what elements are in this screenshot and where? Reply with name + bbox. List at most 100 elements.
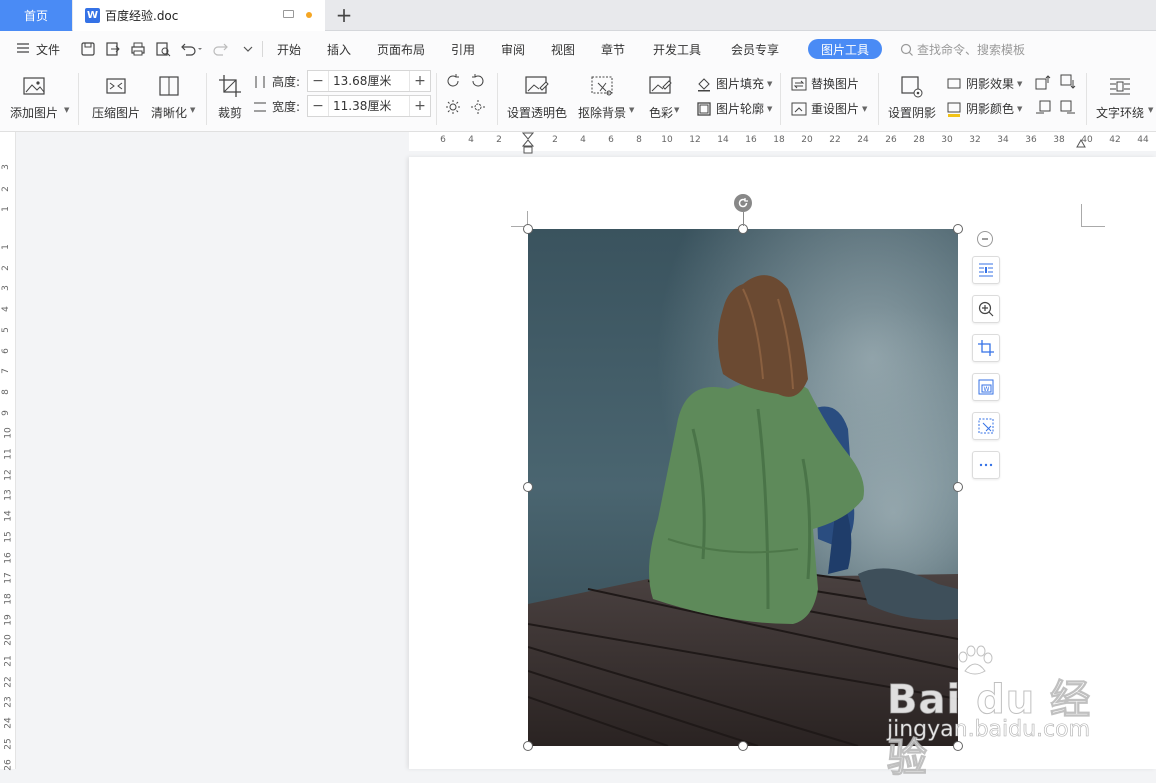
menu-bar: 文件 开始 插入 页面布局 引用 审阅 视图 章节 开发工具 会员专享 图片工具… — [0, 31, 1156, 67]
export-pdf-icon[interactable] — [105, 41, 121, 57]
height-increase-button[interactable]: + — [410, 71, 430, 91]
undo-icon[interactable] — [180, 41, 202, 57]
ruler-tick-label: 6 — [608, 135, 614, 145]
tab-references[interactable]: 引用 — [451, 41, 475, 58]
ruler-tick-label: 17 — [3, 572, 14, 584]
crop-picture-button[interactable] — [972, 334, 1000, 362]
ruler-tick-label: 42 — [1109, 135, 1121, 145]
dropdown-arrow-icon[interactable]: ▼ — [190, 106, 195, 114]
add-picture-button[interactable]: 添加图片 — [10, 67, 58, 121]
ruler-tick-label: 2 — [0, 264, 11, 271]
compress-picture-button[interactable]: 压缩图片 — [92, 67, 140, 121]
ribbon-divider — [1086, 73, 1087, 125]
resize-handle-bottom[interactable] — [738, 741, 748, 751]
ruler-tick-label: 14 — [3, 510, 14, 522]
dropdown-arrow-icon[interactable]: ▼ — [674, 106, 679, 114]
hamburger-menu-icon[interactable] — [16, 41, 32, 57]
reset-picture-icon — [791, 101, 807, 117]
print-icon[interactable] — [130, 41, 146, 57]
color-button[interactable]: 色彩 — [647, 67, 675, 121]
resize-handle-top-left[interactable] — [523, 224, 533, 234]
indent-marker-icon[interactable] — [521, 132, 535, 154]
tab-page-layout[interactable]: 页面布局 — [377, 41, 425, 58]
right-indent-marker-icon[interactable] — [1076, 137, 1086, 148]
dropdown-arrow-icon[interactable]: ▼ — [64, 106, 69, 114]
ruler-tick-label: 22 — [829, 135, 841, 145]
more-options-button[interactable] — [972, 451, 1000, 479]
set-transparent-color-button[interactable]: 设置透明色 — [507, 67, 567, 121]
picture-to-text-button[interactable]: W — [972, 373, 1000, 401]
more-icon — [979, 463, 993, 467]
shadow-nudge-up-button[interactable] — [1035, 74, 1051, 90]
layout-options-icon — [979, 263, 993, 277]
tab-picture-tools[interactable]: 图片工具 — [808, 39, 882, 59]
text-wrap-button[interactable]: 文字环绕 — [1096, 67, 1144, 121]
save-icon[interactable] — [80, 41, 96, 57]
crop-button[interactable]: 裁剪 — [216, 67, 244, 121]
tab-section[interactable]: 章节 — [601, 41, 625, 58]
vertical-ruler[interactable]: 3 2 1 1 2 3 4 5 6 7 8 9 10 11 12 13 14 15 16 17 18 19 20 21 22 23… — [0, 132, 16, 770]
height-decrease-button[interactable]: − — [308, 71, 328, 91]
dropdown-arrow-icon[interactable]: ▼ — [629, 106, 634, 114]
tab-document[interactable]: W 百度经验.doc — [73, 0, 325, 31]
width-value[interactable]: 11.38厘米 — [328, 96, 410, 116]
text-wrap-icon — [1106, 72, 1134, 100]
nudge-left-icon — [1036, 100, 1051, 114]
customize-toolbar-icon[interactable] — [242, 41, 258, 57]
width-decrease-button[interactable]: − — [308, 96, 328, 116]
resize-handle-left[interactable] — [523, 482, 533, 492]
rotate-right-button[interactable] — [470, 73, 486, 89]
ruler-tick-label: 24 — [857, 135, 869, 145]
file-menu[interactable]: 文件 — [36, 41, 60, 58]
resize-handle-right[interactable] — [953, 482, 963, 492]
menu-divider — [262, 41, 263, 57]
brightness-button[interactable] — [445, 99, 461, 115]
width-stepper[interactable]: − 11.38厘米 + — [307, 95, 431, 117]
shadow-nudge-left-button[interactable] — [1035, 100, 1051, 116]
command-search[interactable]: 查找命令、搜索模板 — [900, 41, 1025, 58]
tab-view[interactable]: 视图 — [551, 41, 575, 58]
remove-background-quick-button[interactable] — [972, 412, 1000, 440]
shadow-color-button[interactable]: 阴影颜色 ▼ — [946, 100, 1022, 117]
rotate-handle-icon[interactable] — [734, 194, 752, 212]
shadow-icon — [898, 72, 926, 100]
sharpen-button[interactable]: 清晰化 — [151, 67, 187, 121]
baidu-jingyan-watermark: Bai du 经验 jingyan.baidu.com — [885, 645, 1115, 782]
ruler-tick-label: 18 — [3, 593, 14, 605]
reset-picture-button[interactable]: 重设图片 ▼ — [791, 100, 867, 117]
tab-home[interactable]: 首页 — [0, 0, 72, 31]
ruler-tick-label: 26 — [885, 135, 897, 145]
width-increase-button[interactable]: + — [410, 96, 430, 116]
new-tab-button[interactable]: + — [334, 3, 354, 27]
shadow-nudge-down-button[interactable] — [1060, 74, 1076, 90]
ruler-tick-label: 9 — [0, 409, 11, 416]
tab-developer[interactable]: 开发工具 — [653, 41, 701, 58]
shadow-nudge-right-button[interactable] — [1060, 100, 1076, 116]
resize-handle-top-right[interactable] — [953, 224, 963, 234]
replace-picture-button[interactable]: 替换图片 — [791, 75, 859, 92]
collapse-toolbar-icon[interactable] — [977, 231, 993, 247]
tab-insert[interactable]: 插入 — [327, 41, 351, 58]
remove-background-button[interactable]: 抠除背景 — [578, 67, 626, 121]
redo-icon[interactable] — [213, 41, 229, 57]
contrast-button[interactable] — [470, 99, 486, 115]
dropdown-arrow-icon[interactable]: ▼ — [1148, 106, 1153, 114]
height-stepper[interactable]: − 13.68厘米 + — [307, 70, 431, 92]
ruler-tick-label: 5 — [0, 326, 11, 333]
tab-member[interactable]: 会员专享 — [731, 41, 779, 58]
resize-handle-bottom-left[interactable] — [523, 741, 533, 751]
shadow-effect-button[interactable]: 阴影效果 ▼ — [946, 75, 1022, 92]
rotate-left-button[interactable] — [445, 73, 461, 89]
tab-review[interactable]: 审阅 — [501, 41, 525, 58]
layout-options-button[interactable] — [972, 256, 1000, 284]
set-shadow-button[interactable]: 设置阴影 — [888, 67, 936, 121]
monitor-icon[interactable] — [283, 10, 294, 18]
tab-start[interactable]: 开始 — [277, 41, 301, 58]
zoom-picture-button[interactable] — [972, 295, 1000, 323]
picture-outline-button[interactable]: 图片轮廓 ▼ — [696, 100, 772, 117]
height-value[interactable]: 13.68厘米 — [328, 71, 410, 91]
picture-fill-button[interactable]: 图片填充 ▼ — [696, 75, 772, 92]
print-preview-icon[interactable] — [155, 41, 171, 57]
ruler-tick-label: 4 — [468, 135, 474, 145]
ruler-tick-label: 28 — [913, 135, 925, 145]
